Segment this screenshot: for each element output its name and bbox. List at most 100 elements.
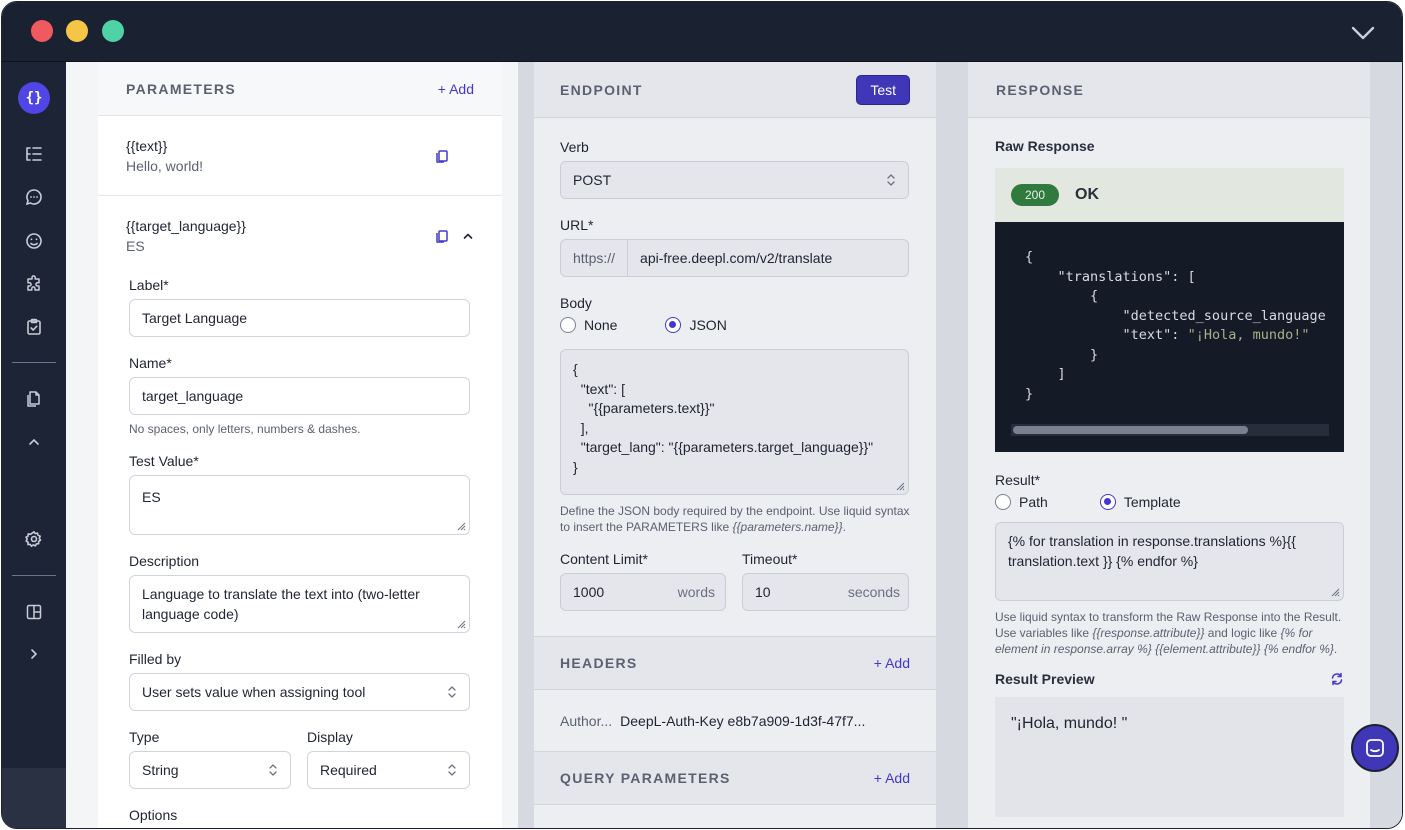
content-limit-value: 1000: [573, 584, 605, 600]
name-input-value: target_language: [142, 388, 244, 404]
copy-icon[interactable]: [434, 228, 450, 244]
documents-icon[interactable]: [22, 387, 46, 411]
display-field: Display Required: [307, 729, 470, 789]
minimize-window-button[interactable]: [66, 20, 88, 42]
code-line: "translations": [: [1025, 268, 1196, 285]
timeout-value: 10: [755, 584, 771, 600]
query-parameters-title: QUERY PARAMETERS: [560, 770, 731, 786]
verb-select[interactable]: POST: [560, 161, 909, 199]
endpoint-header: ENDPOINT Test: [534, 62, 936, 118]
endpoint-panel: ENDPOINT Test Verb POST URL* https:// ap…: [534, 62, 936, 828]
maximize-window-button[interactable]: [102, 20, 124, 42]
list-tree-icon[interactable]: [22, 142, 46, 166]
help-text: and logic like: [1204, 626, 1281, 640]
result-help-text: Use liquid syntax to transform the Raw R…: [995, 609, 1344, 657]
clipboard-check-icon[interactable]: [22, 315, 46, 339]
support-chat-button[interactable]: [1351, 724, 1399, 772]
close-window-button[interactable]: [31, 20, 53, 42]
result-mode-radio-group: Path Template: [995, 494, 1343, 510]
body-none-radio[interactable]: None: [560, 317, 617, 333]
content-limit-field: Content Limit* 1000 words: [560, 551, 726, 611]
chevron-down-icon[interactable]: [1350, 20, 1376, 46]
resize-handle-icon[interactable]: [456, 619, 466, 629]
result-field-label: Result*: [995, 472, 1041, 488]
filled-by-select[interactable]: User sets value when assigning tool: [129, 673, 470, 711]
result-path-radio[interactable]: Path: [995, 494, 1048, 510]
filled-by-field-label: Filled by: [129, 651, 182, 667]
test-value-textarea[interactable]: ES: [129, 475, 470, 535]
settings-gear-icon[interactable]: [22, 527, 46, 551]
type-select[interactable]: String: [129, 751, 291, 789]
collapse-chevron-up-icon[interactable]: [462, 230, 474, 242]
timeout-label: Timeout*: [742, 551, 798, 567]
limit-timeout-row: Content Limit* 1000 words Timeout* 10 se…: [560, 551, 910, 611]
select-updown-icon: [448, 764, 456, 776]
name-field-label: Name*: [129, 355, 172, 371]
code-line: "detected_source_language: [1025, 307, 1326, 324]
url-input[interactable]: api-free.deepl.com/v2/translate: [628, 240, 908, 276]
display-select[interactable]: Required: [307, 751, 470, 789]
url-field-label: URL*: [560, 217, 594, 233]
help-code: {{response.attribute}}: [1092, 626, 1205, 640]
code-key: "text":: [1025, 327, 1188, 343]
horizontal-scrollbar-thumb[interactable]: [1013, 426, 1248, 434]
sidebar-divider: [12, 575, 56, 576]
status-text: OK: [1075, 186, 1100, 203]
content-limit-input[interactable]: 1000 words: [560, 573, 726, 611]
options-field-label: Options: [129, 807, 178, 823]
puzzle-piece-icon[interactable]: [22, 272, 46, 296]
url-prefix: https://: [561, 240, 629, 276]
code-line: ]: [1025, 366, 1066, 382]
code-line: {: [1025, 249, 1034, 265]
body-json-textarea[interactable]: { "text": [ "{{parameters.text}}" ], "ta…: [560, 349, 909, 495]
resize-handle-icon[interactable]: [456, 521, 466, 531]
response-title: RESPONSE: [996, 81, 1085, 98]
display-value: Required: [320, 762, 377, 778]
radio-label: Path: [1019, 494, 1048, 510]
url-input-group: https:// api-free.deepl.com/v2/translate: [560, 239, 909, 277]
resize-handle-icon[interactable]: [1330, 587, 1340, 597]
copy-icon[interactable]: [434, 148, 450, 164]
timeout-unit: seconds: [847, 584, 900, 600]
resize-handle-icon[interactable]: [895, 481, 905, 491]
raw-response-label: Raw Response: [995, 138, 1095, 154]
body-help-text: Define the JSON body required by the end…: [560, 503, 910, 535]
header-row[interactable]: Author... DeepL-Auth-Key e8b7a909-1d3f-4…: [534, 690, 936, 751]
chat-bubble-icon[interactable]: [22, 185, 46, 209]
app-logo-icon[interactable]: {}: [18, 82, 50, 114]
headers-title: HEADERS: [560, 655, 638, 671]
add-parameter-button[interactable]: + Add: [438, 81, 474, 97]
chevron-right-icon[interactable]: [22, 642, 46, 666]
description-field-label: Description: [129, 553, 200, 569]
raw-response-code-block[interactable]: { "translations": [ { "detected_source_l…: [995, 222, 1344, 452]
chevron-up-icon[interactable]: [22, 430, 46, 454]
radio-label: None: [584, 317, 618, 333]
add-query-parameter-button[interactable]: + Add: [874, 770, 910, 786]
test-button[interactable]: Test: [856, 74, 910, 105]
description-textarea[interactable]: Language to translate the text into (two…: [129, 575, 470, 633]
smiley-face-icon[interactable]: [22, 229, 46, 253]
test-value-field-label: Test Value*: [129, 453, 199, 469]
select-updown-icon: [269, 764, 277, 776]
body-json-radio[interactable]: JSON: [665, 317, 727, 333]
description-text: Language to translate the text into (two…: [142, 586, 420, 622]
horizontal-scrollbar-track[interactable]: [1011, 424, 1329, 436]
parameter-item-text[interactable]: {{text}} Hello, world!: [98, 116, 502, 196]
select-updown-icon: [448, 686, 456, 698]
label-input[interactable]: Target Language: [129, 299, 470, 337]
result-preview-header: Result Preview: [995, 671, 1344, 687]
timeout-input[interactable]: 10 seconds: [742, 573, 909, 611]
name-input[interactable]: target_language: [129, 377, 470, 415]
parameters-panel: PARAMETERS + Add {{text}} Hello, world! …: [98, 62, 502, 828]
radio-circle: [995, 494, 1011, 510]
result-template-textarea[interactable]: {% for translation in response.translati…: [995, 522, 1344, 601]
add-header-button[interactable]: + Add: [874, 655, 910, 671]
refresh-icon[interactable]: [1330, 672, 1344, 686]
sidebar-footer: [2, 768, 66, 828]
result-template-radio[interactable]: Template: [1099, 494, 1181, 510]
body-type-radio-group: None JSON: [560, 317, 910, 333]
result-preview-box: "¡Hola, mundo! ": [995, 697, 1344, 817]
test-value-text: ES: [142, 489, 161, 505]
layout-panel-icon[interactable]: [22, 600, 46, 624]
radio-circle-selected: [1099, 494, 1116, 510]
